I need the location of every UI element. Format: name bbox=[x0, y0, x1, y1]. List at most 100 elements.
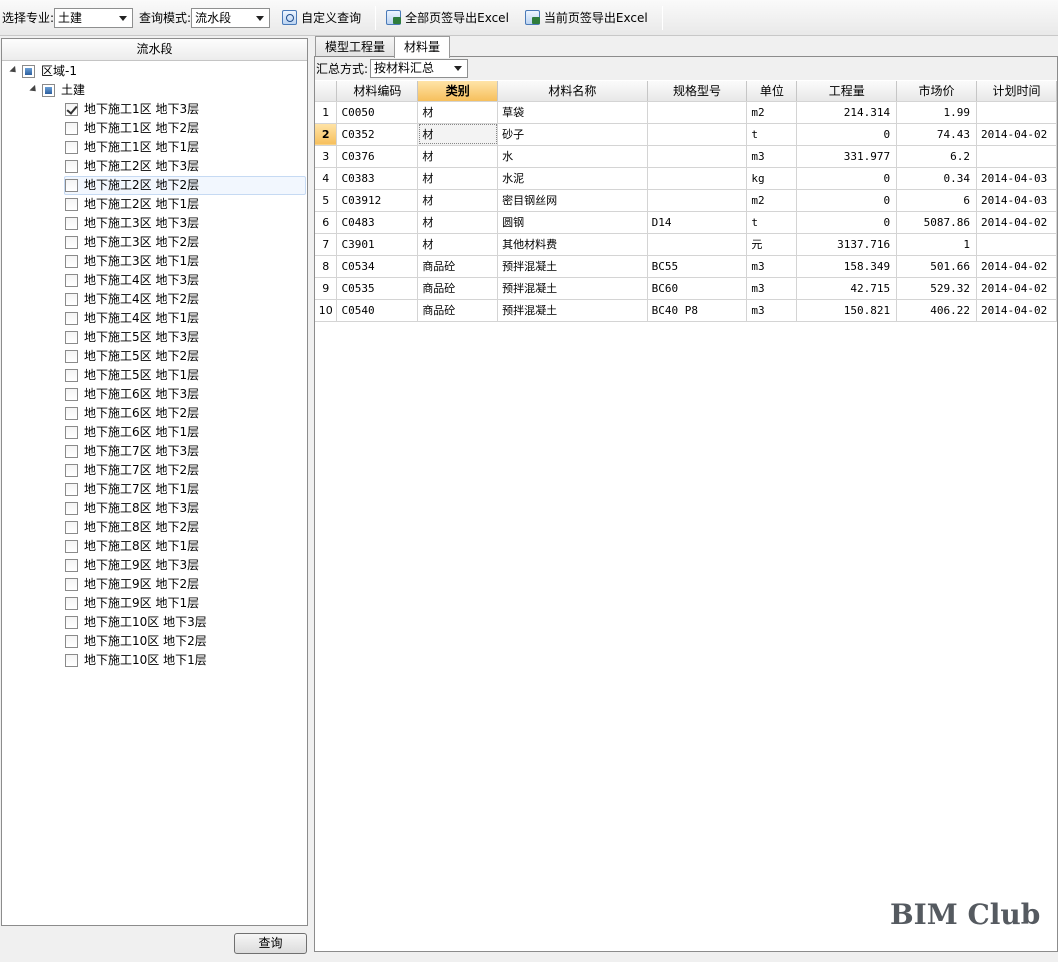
table-row[interactable]: 2 C0352 材砂子 t 0 74.43 2014-04-02 bbox=[315, 123, 1058, 146]
item-checkbox[interactable] bbox=[65, 198, 78, 211]
cell-price[interactable]: 6.2 bbox=[896, 145, 977, 168]
item-checkbox[interactable] bbox=[65, 540, 78, 553]
cell-price[interactable]: 1.99 bbox=[896, 101, 977, 124]
tree-leaf-item[interactable]: 地下施工7区 地下2层 bbox=[65, 461, 199, 480]
item-checkbox[interactable] bbox=[65, 331, 78, 344]
item-checkbox[interactable] bbox=[65, 160, 78, 173]
cell-category[interactable]: 材 bbox=[417, 189, 499, 212]
cell-qty[interactable]: 331.977 bbox=[796, 145, 898, 168]
tree-leaf-item[interactable]: 地下施工4区 地下1层 bbox=[65, 309, 199, 328]
cell-spec[interactable]: BC60 bbox=[647, 277, 748, 300]
cell-unit[interactable]: m3 bbox=[746, 255, 798, 278]
cell-date[interactable]: 2014-04-02 bbox=[976, 255, 1058, 278]
tree-leaf-item[interactable]: 地下施工6区 地下3层 bbox=[65, 385, 199, 404]
item-checkbox[interactable] bbox=[65, 654, 78, 667]
cell-qty[interactable]: 0 bbox=[796, 211, 898, 234]
cell-unit[interactable]: t bbox=[746, 123, 798, 146]
item-checkbox[interactable] bbox=[65, 141, 78, 154]
table-row[interactable]: 9 C0535 商品砼 预拌混凝土 BC60 m3 42.715 529.32 2014-04-… bbox=[315, 277, 1058, 300]
item-checkbox[interactable] bbox=[65, 445, 78, 458]
tree-leaf-item[interactable]: 地下施工8区 地下3层 bbox=[65, 499, 199, 518]
column-header[interactable]: 单位 bbox=[746, 81, 798, 102]
item-checkbox[interactable] bbox=[65, 255, 78, 268]
cell-qty[interactable]: 0 bbox=[796, 123, 898, 146]
cell-code[interactable]: C3901 bbox=[336, 233, 419, 256]
cell-spec[interactable] bbox=[647, 145, 748, 168]
cell-date[interactable]: 2014-04-03 bbox=[976, 167, 1058, 190]
cell-category[interactable]: 材 bbox=[417, 145, 499, 168]
item-checkbox[interactable] bbox=[65, 597, 78, 610]
item-checkbox[interactable] bbox=[65, 350, 78, 363]
cell-qty[interactable]: 150.821 bbox=[796, 299, 898, 322]
cell-date[interactable] bbox=[976, 101, 1058, 124]
tree-leaf-item[interactable]: 地下施工1区 地下2层 bbox=[65, 119, 199, 138]
cell-unit[interactable]: t bbox=[746, 211, 798, 234]
tree-leaf-item[interactable]: 地下施工4区 地下3层 bbox=[65, 271, 199, 290]
table-row[interactable]: 3 C0376 材水 m3 331.977 6.2 bbox=[315, 145, 1058, 168]
cell-spec[interactable] bbox=[647, 233, 748, 256]
item-checkbox[interactable] bbox=[65, 559, 78, 572]
tree-leaf-item[interactable]: 地下施工10区 地下1层 bbox=[65, 651, 207, 670]
item-checkbox[interactable] bbox=[65, 407, 78, 420]
item-checkbox[interactable] bbox=[65, 464, 78, 477]
table-row[interactable]: 1 C0050 材草袋 m2 214.314 1.99 bbox=[315, 101, 1058, 124]
item-checkbox[interactable] bbox=[65, 388, 78, 401]
tree-leaf-item[interactable]: 地下施工7区 地下1层 bbox=[65, 480, 199, 499]
tree-leaf-item[interactable]: 地下施工8区 地下1层 bbox=[65, 537, 199, 556]
tree-leaf-item[interactable]: 地下施工8区 地下2层 bbox=[65, 518, 199, 537]
table-row[interactable]: 5 C03912 材密目钢丝网 m2 0 6 2014-04-03 bbox=[315, 189, 1058, 212]
cell-price[interactable]: 5087.86 bbox=[896, 211, 977, 234]
cell-qty[interactable]: 42.715 bbox=[796, 277, 898, 300]
cell-spec[interactable] bbox=[647, 167, 748, 190]
export-current-button[interactable]: 当前页签导出Excel bbox=[524, 9, 648, 26]
table-row[interactable]: 7 C3901 材其他材料费 元 3137.716 1 bbox=[315, 233, 1058, 256]
tree-leaf-item[interactable]: 地下施工3区 地下1层 bbox=[65, 252, 199, 271]
item-checkbox[interactable] bbox=[65, 122, 78, 135]
cell-unit[interactable]: kg bbox=[746, 167, 798, 190]
item-checkbox[interactable] bbox=[65, 483, 78, 496]
mode-select[interactable]: 流水段 bbox=[191, 7, 271, 28]
tab-model-quantity[interactable]: 模型工程量 bbox=[315, 36, 396, 57]
cell-price[interactable]: 74.43 bbox=[896, 123, 977, 146]
tree-leaf-item[interactable]: 地下施工2区 地下1层 bbox=[65, 195, 199, 214]
cell-price[interactable]: 501.66 bbox=[896, 255, 977, 278]
cell-name[interactable]: 圆钢 bbox=[497, 211, 648, 234]
tree-leaf-item[interactable]: 地下施工4区 地下2层 bbox=[65, 290, 199, 309]
tree-node-region[interactable]: 区域-1 bbox=[8, 62, 77, 81]
item-checkbox[interactable] bbox=[65, 274, 78, 287]
item-checkbox[interactable] bbox=[65, 236, 78, 249]
cell-code[interactable]: C0376 bbox=[336, 145, 419, 168]
item-checkbox[interactable] bbox=[65, 217, 78, 230]
row-number-cell[interactable]: 3 bbox=[315, 145, 338, 168]
item-checkbox[interactable] bbox=[65, 179, 78, 192]
tree-leaf-item[interactable]: 地下施工9区 地下2层 bbox=[65, 575, 199, 594]
tree-leaf-item[interactable]: 地下施工3区 地下2层 bbox=[65, 233, 199, 252]
cell-unit[interactable]: m2 bbox=[746, 189, 798, 212]
cell-code[interactable]: C0534 bbox=[336, 255, 419, 278]
summary-mode-select[interactable]: 按材料汇总 bbox=[370, 59, 469, 78]
tree-leaf-item[interactable]: 地下施工9区 地下3层 bbox=[65, 556, 199, 575]
cell-qty[interactable]: 3137.716 bbox=[796, 233, 898, 256]
column-header[interactable]: 规格型号 bbox=[647, 81, 748, 102]
column-header[interactable]: 计划时间 bbox=[976, 81, 1058, 102]
table-row[interactable]: 6 C0483 材圆钢 D14 t 0 5087.86 2014-04-02 bbox=[315, 211, 1058, 234]
column-header[interactable]: 材料名称 bbox=[497, 81, 648, 102]
cell-date[interactable]: 2014-04-02 bbox=[976, 299, 1058, 322]
export-all-button[interactable]: 全部页签导出Excel bbox=[386, 9, 509, 26]
tree-leaf-item[interactable]: 地下施工10区 地下2层 bbox=[65, 632, 207, 651]
cell-code[interactable]: C0483 bbox=[336, 211, 419, 234]
cell-category[interactable]: 材 bbox=[417, 167, 499, 190]
cell-qty[interactable]: 0 bbox=[796, 189, 898, 212]
cell-name[interactable]: 草袋 bbox=[497, 101, 648, 124]
cell-price[interactable]: 1 bbox=[896, 233, 977, 256]
cell-name[interactable]: 水 bbox=[497, 145, 648, 168]
cell-spec[interactable] bbox=[647, 101, 748, 124]
tree-leaf-item[interactable]: 地下施工7区 地下3层 bbox=[65, 442, 199, 461]
tree-leaf-item[interactable]: 地下施工1区 地下3层 bbox=[65, 100, 199, 119]
cell-date[interactable]: 2014-04-02 bbox=[976, 123, 1058, 146]
item-checkbox[interactable] bbox=[65, 426, 78, 439]
row-number-cell[interactable]: 8 bbox=[315, 255, 338, 278]
row-number-cell[interactable]: 7 bbox=[315, 233, 338, 256]
tristate-checkbox[interactable] bbox=[42, 84, 55, 97]
row-number-cell[interactable]: 1 bbox=[315, 101, 338, 124]
